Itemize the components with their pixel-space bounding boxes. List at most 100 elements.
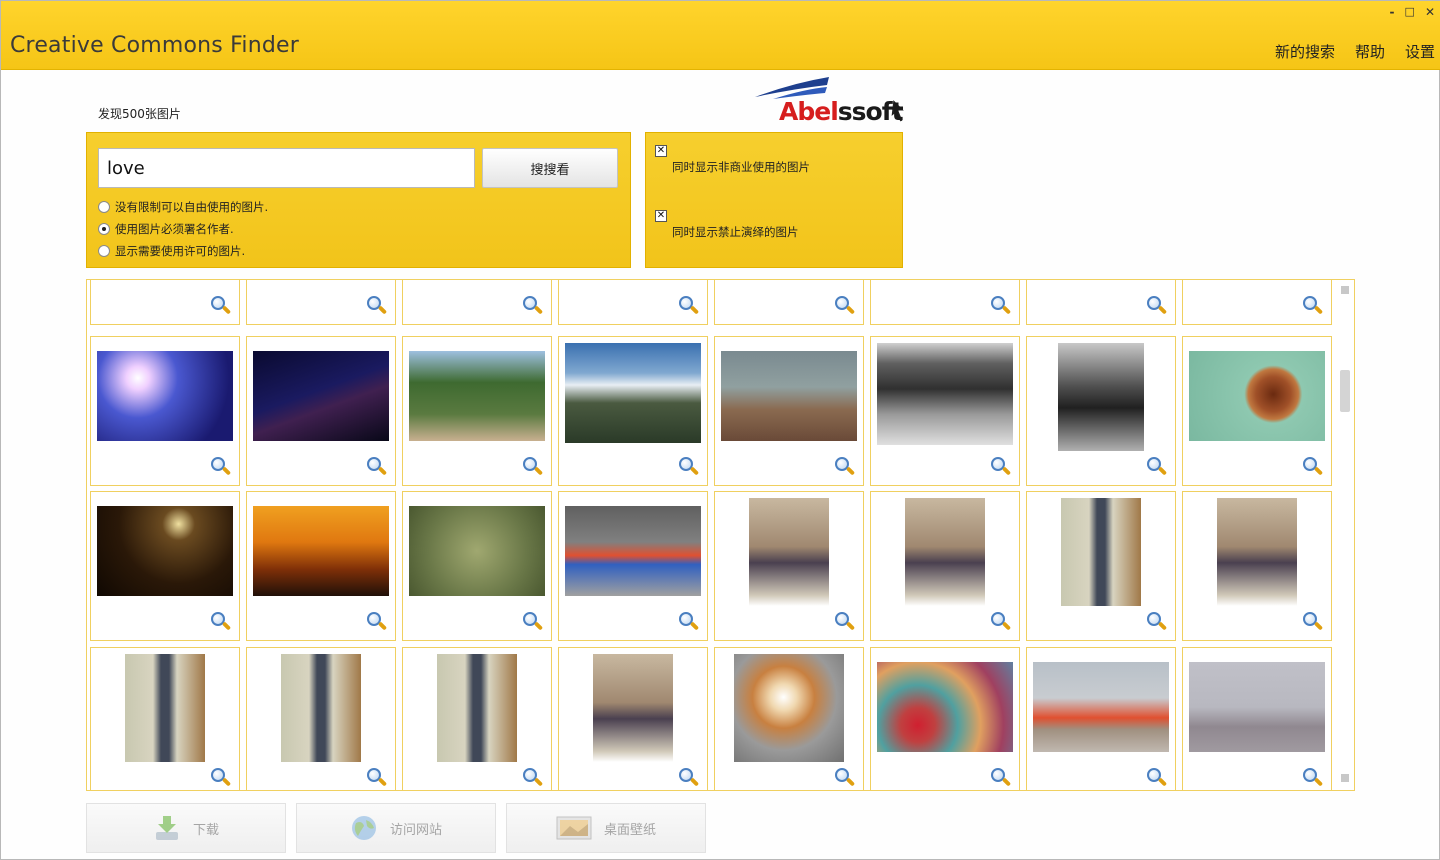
thumbnail-tile[interactable] [870,280,1020,325]
thumbnail-image[interactable] [125,654,205,762]
thumbnail-image[interactable] [97,279,233,280]
noncommercial-checkbox[interactable]: ✕ [655,145,667,157]
zoom-icon[interactable] [1147,768,1168,788]
thumbnail-tile[interactable] [714,647,864,790]
minimize-button[interactable]: - [1390,5,1395,19]
thumbnail-image[interactable] [593,654,673,762]
radio-icon[interactable] [98,245,110,257]
zoom-icon[interactable] [679,296,700,316]
zoom-icon[interactable] [523,296,544,316]
grid-scrollbar[interactable] [1340,284,1350,784]
zoom-icon[interactable] [1303,296,1324,316]
zoom-icon[interactable] [211,768,232,788]
zoom-icon[interactable] [211,296,232,316]
thumbnail-tile[interactable] [1026,491,1176,641]
radio-selected-icon[interactable] [98,223,110,235]
zoom-icon[interactable] [835,457,856,477]
zoom-icon[interactable] [523,768,544,788]
search-input[interactable] [98,148,475,188]
license-option-free[interactable]: 没有限制可以自由使用的图片. [98,199,268,215]
thumbnail-tile[interactable] [246,491,396,641]
zoom-icon[interactable] [1303,768,1324,788]
thumbnail-image[interactable] [281,654,361,762]
thumbnail-image[interactable] [409,506,545,596]
thumbnail-tile[interactable] [1182,336,1332,486]
search-button[interactable]: 搜搜看 [482,148,618,188]
thumbnail-image[interactable] [721,351,857,441]
thumbnail-image[interactable] [1033,279,1169,280]
thumbnail-image[interactable] [253,279,389,280]
thumbnail-tile[interactable] [1182,279,1332,325]
thumbnail-image[interactable] [734,654,844,762]
thumbnail-tile[interactable] [246,336,396,486]
thumbnail-image[interactable] [565,506,701,596]
thumbnail-image[interactable] [437,654,517,762]
scroll-thumb[interactable] [1340,370,1350,412]
thumbnail-image[interactable] [877,343,1013,445]
zoom-icon[interactable] [835,612,856,632]
zoom-icon[interactable] [835,296,856,316]
thumbnail-image[interactable] [409,351,545,441]
thumbnail-image[interactable] [97,351,233,441]
zoom-icon[interactable] [1303,457,1324,477]
thumbnail-image[interactable] [565,343,701,443]
thumbnail-image[interactable] [1189,279,1325,280]
zoom-icon[interactable] [211,457,232,477]
zoom-icon[interactable] [367,612,388,632]
thumbnail-image[interactable] [1189,351,1325,441]
thumbnail-image[interactable] [565,279,701,280]
zoom-icon[interactable] [367,457,388,477]
thumbnail-image[interactable] [1217,498,1297,606]
thumbnail-tile[interactable] [558,336,708,486]
zoom-icon[interactable] [523,457,544,477]
thumbnail-image[interactable] [253,506,389,596]
thumbnail-tile[interactable] [714,280,864,325]
scroll-down-arrow[interactable] [1341,774,1349,782]
thumbnail-tile[interactable] [1182,647,1332,790]
thumbnail-image[interactable] [253,351,389,441]
thumbnail-image[interactable] [1033,662,1169,752]
thumbnail-tile[interactable] [558,279,708,325]
scroll-up-arrow[interactable] [1341,286,1349,294]
zoom-icon[interactable] [991,457,1012,477]
license-option-attribution[interactable]: 使用图片必须署名作者. [98,221,234,237]
zoom-icon[interactable] [211,612,232,632]
close-button[interactable]: ✕ [1425,5,1435,19]
menu-settings[interactable]: 设置 [1405,41,1435,62]
thumbnail-tile[interactable] [90,491,240,641]
thumbnail-tile[interactable] [870,336,1020,486]
thumbnail-tile[interactable] [90,279,240,325]
thumbnail-image[interactable] [905,498,985,606]
zoom-icon[interactable] [367,768,388,788]
thumbnail-tile[interactable] [558,647,708,790]
thumbnail-image[interactable] [97,506,233,596]
thumbnail-tile[interactable] [402,491,552,641]
menu-help[interactable]: 帮助 [1355,41,1385,62]
thumbnail-image[interactable] [1061,498,1141,606]
download-button[interactable]: 下载 [86,803,286,853]
thumbnail-tile[interactable] [1026,647,1176,790]
thumbnail-tile[interactable] [246,279,396,325]
set-wallpaper-button[interactable]: 桌面壁纸 [506,803,706,853]
thumbnail-tile[interactable] [714,336,864,486]
zoom-icon[interactable] [991,296,1012,316]
zoom-icon[interactable] [523,612,544,632]
thumbnail-tile[interactable] [90,647,240,790]
thumbnail-tile[interactable] [1026,279,1176,325]
zoom-icon[interactable] [1147,296,1168,316]
zoom-icon[interactable] [1147,612,1168,632]
thumbnail-tile[interactable] [870,491,1020,641]
restore-button[interactable]: □ [1405,5,1415,19]
thumbnail-image[interactable] [749,498,829,606]
thumbnail-tile[interactable] [1026,336,1176,486]
zoom-icon[interactable] [835,768,856,788]
thumbnail-tile[interactable] [246,647,396,790]
thumbnail-image[interactable] [409,279,545,280]
thumbnail-tile[interactable] [402,336,552,486]
radio-icon[interactable] [98,201,110,213]
no-derivatives-checkbox[interactable]: ✕ [655,210,667,222]
zoom-icon[interactable] [1147,457,1168,477]
zoom-icon[interactable] [679,457,700,477]
thumbnail-image[interactable] [1058,343,1144,451]
thumbnail-tile[interactable] [558,491,708,641]
